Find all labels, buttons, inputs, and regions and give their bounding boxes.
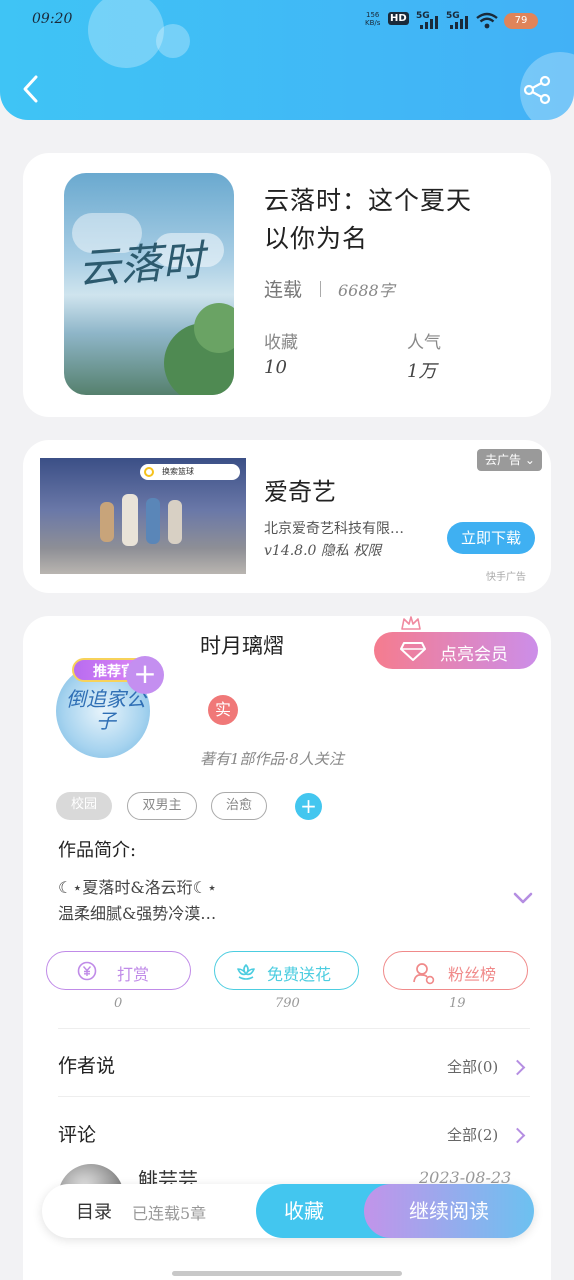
ad-image[interactable]: 换索篮球 [40,458,246,574]
signal-icon [420,16,438,29]
crown-icon [401,616,421,630]
intro-line1: ☾⋆夏落时&洛云珩☾⋆ [58,878,217,897]
vip-button[interactable]: 点亮会员 [374,632,538,669]
tag-chip[interactable]: 校园 [56,792,112,820]
catalog-button[interactable]: 目录 [76,1198,112,1224]
search-icon [144,467,154,477]
favorites-label: 收藏 [264,333,298,353]
reward-count: 0 [114,996,123,1011]
author-stats: 著有1部作品·8人关注 [200,750,344,768]
decor-bubble [88,0,164,68]
chapter-count: 已连载5章 [132,1204,207,1223]
download-button[interactable]: 立即下载 [447,522,535,554]
flower-count: 790 [275,996,300,1011]
diamond-icon [400,642,426,661]
book-status: 连载 [264,279,303,301]
ad-meta[interactable]: v14.8.0 隐私 权限 [264,540,381,560]
close-ad-button[interactable]: 去广告 ⌄ [477,449,542,471]
comments-title: 评论 [58,1124,97,1146]
signal-icon [450,16,468,29]
popularity-label: 人气 [407,333,441,353]
wifi-icon [476,12,498,29]
tag-chip[interactable]: 双男主 [127,792,197,820]
ad-search-hint: 换索篮球 [140,464,240,480]
word-count: 6688字 [338,281,395,300]
expand-chevron-icon[interactable] [512,891,534,905]
cover-title: 云落时 [76,235,206,294]
ad-app-name: 爱奇艺 [264,478,336,506]
header-bar: 09:20 156 KB/s HD 5G 5G 79 [0,0,574,120]
add-tag-icon[interactable]: + [295,793,322,820]
divider [58,1028,530,1029]
favorites-value: 10 [264,357,287,378]
decor-bubble [156,24,190,58]
hd-icon: HD [388,12,409,25]
battery-icon: 79 [504,13,538,29]
book-info-card: 云落时 云落时：这个夏天 以你为名 连载 6688字 收藏 10 人气 1万 [23,153,551,417]
ad-company: 北京爱奇艺科技有限… [264,521,404,537]
divider [320,281,321,297]
status-time: 09:20 [32,11,73,27]
yen-icon [77,961,97,981]
verified-badge: 实 [208,695,238,725]
send-flower-button[interactable]: 免费送花 [214,951,359,990]
ad-source: 快手广告 [486,572,526,583]
avatar-text: 倒追家公子 [66,687,146,733]
book-cover[interactable]: 云落时 [64,173,234,395]
continue-reading-button[interactable]: 继续阅读 [364,1184,534,1238]
intro-label: 作品简介: [58,840,137,861]
net-speed: 156 KB/s [365,11,381,27]
ad-card[interactable]: 换索篮球 去广告 ⌄ 爱奇艺 北京爱奇艺科技有限… v14.8.0 隐私 权限 … [23,440,551,593]
book-title-line2: 以你为名 [264,224,369,253]
fan-count: 19 [449,996,466,1011]
comments-all-link[interactable]: 全部(2) [447,1124,498,1145]
author-says-all-link[interactable]: 全部(0) [447,1056,498,1077]
intro-line2: 温柔细腻&强势冷漠… [58,904,217,923]
book-title-line1: 云落时：这个夏天 [264,186,473,215]
share-icon[interactable] [523,75,553,105]
back-icon[interactable] [20,74,42,104]
reward-button[interactable]: 打赏 [46,951,191,990]
chevron-down-icon: ⌄ [524,453,535,467]
fan-ranking-button[interactable]: 粉丝榜 [383,951,528,990]
divider [58,1096,530,1097]
flower-icon [237,964,255,980]
author-says-title: 作者说 [58,1055,116,1077]
author-name[interactable]: 时月璃熠 [200,630,284,660]
tag-chip[interactable]: 治愈 [211,792,267,820]
follow-plus-icon[interactable]: + [126,656,164,694]
home-indicator[interactable] [172,1271,402,1276]
user-icon [413,963,435,985]
popularity-value: 1万 [407,361,437,382]
